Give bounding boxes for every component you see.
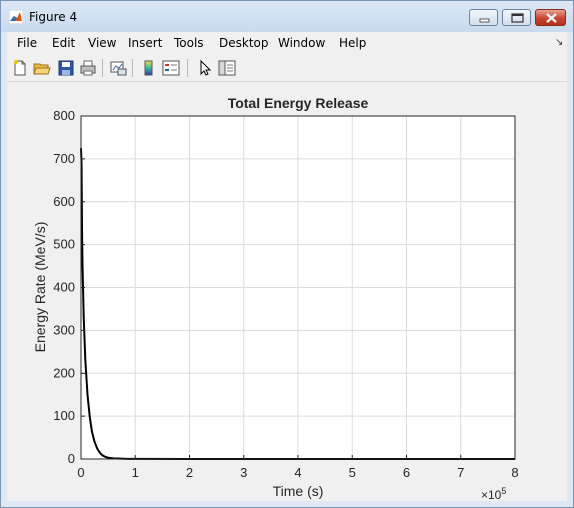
link-plot-icon[interactable]	[109, 59, 127, 77]
x-tick-label: 0	[77, 465, 84, 480]
close-icon	[546, 13, 557, 23]
toolbar	[7, 54, 567, 82]
maximize-icon	[511, 13, 524, 23]
x-tick-label: 4	[294, 465, 301, 480]
minimize-button[interactable]	[469, 9, 498, 26]
x-axis-label: Time (s)	[273, 483, 324, 499]
y-tick-label: 200	[53, 365, 75, 380]
matlab-icon	[9, 10, 23, 24]
menu-edit[interactable]: Edit	[52, 36, 75, 50]
menu-file[interactable]: File	[17, 36, 37, 50]
y-tick-labels: 0 100 200 300 400 500 600 700 800	[53, 108, 75, 466]
menu-overflow-arrow-icon[interactable]: ↘	[555, 37, 563, 48]
menu-desktop[interactable]: Desktop	[219, 36, 269, 50]
menu-view[interactable]: View	[88, 36, 116, 50]
minimize-icon	[479, 18, 490, 23]
chart-title: Total Energy Release	[228, 95, 369, 111]
property-inspector-icon[interactable]	[218, 59, 236, 77]
maximize-button[interactable]	[502, 9, 531, 26]
x-exponent-label: ×105	[481, 486, 506, 501]
y-axis-label: Energy Rate (MeV/s)	[32, 222, 48, 353]
y-tick-label: 700	[53, 151, 75, 166]
menu-bar: File Edit View Insert Tools Desktop Wind…	[7, 32, 567, 54]
toolbar-separator	[102, 59, 103, 77]
x-tick-label: 1	[132, 465, 139, 480]
menu-insert[interactable]: Insert	[128, 36, 162, 50]
new-figure-icon[interactable]	[11, 59, 29, 77]
x-tick-label: 6	[403, 465, 410, 480]
save-icon[interactable]	[57, 59, 75, 77]
edit-plot-pointer-icon[interactable]	[196, 59, 214, 77]
toolbar-separator	[132, 59, 133, 77]
x-exponent-base: ×10	[481, 488, 502, 501]
menu-window[interactable]: Window	[278, 36, 325, 50]
x-tick-label: 3	[240, 465, 247, 480]
x-tick-label: 7	[457, 465, 464, 480]
y-tick-label: 800	[53, 108, 75, 123]
toolbar-separator	[187, 59, 188, 77]
legend-icon[interactable]	[162, 59, 180, 77]
y-tick-label: 400	[53, 280, 75, 295]
x-tick-label: 2	[186, 465, 193, 480]
figure-window: Figure 4 File Edit View Insert Tools Des…	[0, 0, 574, 508]
y-tick-label: 100	[53, 408, 75, 423]
y-tick-label: 300	[53, 322, 75, 337]
menu-help[interactable]: Help	[339, 36, 366, 50]
window-title: Figure 4	[29, 10, 78, 24]
open-file-icon[interactable]	[33, 59, 51, 77]
y-tick-label: 500	[53, 237, 75, 252]
y-tick-label: 0	[68, 451, 75, 466]
close-button[interactable]	[535, 9, 566, 26]
x-tick-label: 5	[349, 465, 356, 480]
y-tick-label: 600	[53, 194, 75, 209]
colorbar-icon[interactable]	[140, 59, 158, 77]
plot-svg: 0 1 2 3 4 5 6 7 8 0 100 200 300 400 500 600 700 800 Tota…	[32, 95, 519, 501]
x-tick-label: 8	[511, 465, 518, 480]
title-bar[interactable]: Figure 4	[1, 1, 573, 32]
menu-tools[interactable]: Tools	[174, 36, 204, 50]
print-icon[interactable]	[79, 59, 97, 77]
x-tick-labels: 0 1 2 3 4 5 6 7 8	[77, 465, 518, 480]
figure-canvas: 0 1 2 3 4 5 6 7 8 0 100 200 300 400 500 600 700 800 Tota…	[7, 82, 567, 501]
x-exponent-power: 5	[501, 486, 506, 496]
